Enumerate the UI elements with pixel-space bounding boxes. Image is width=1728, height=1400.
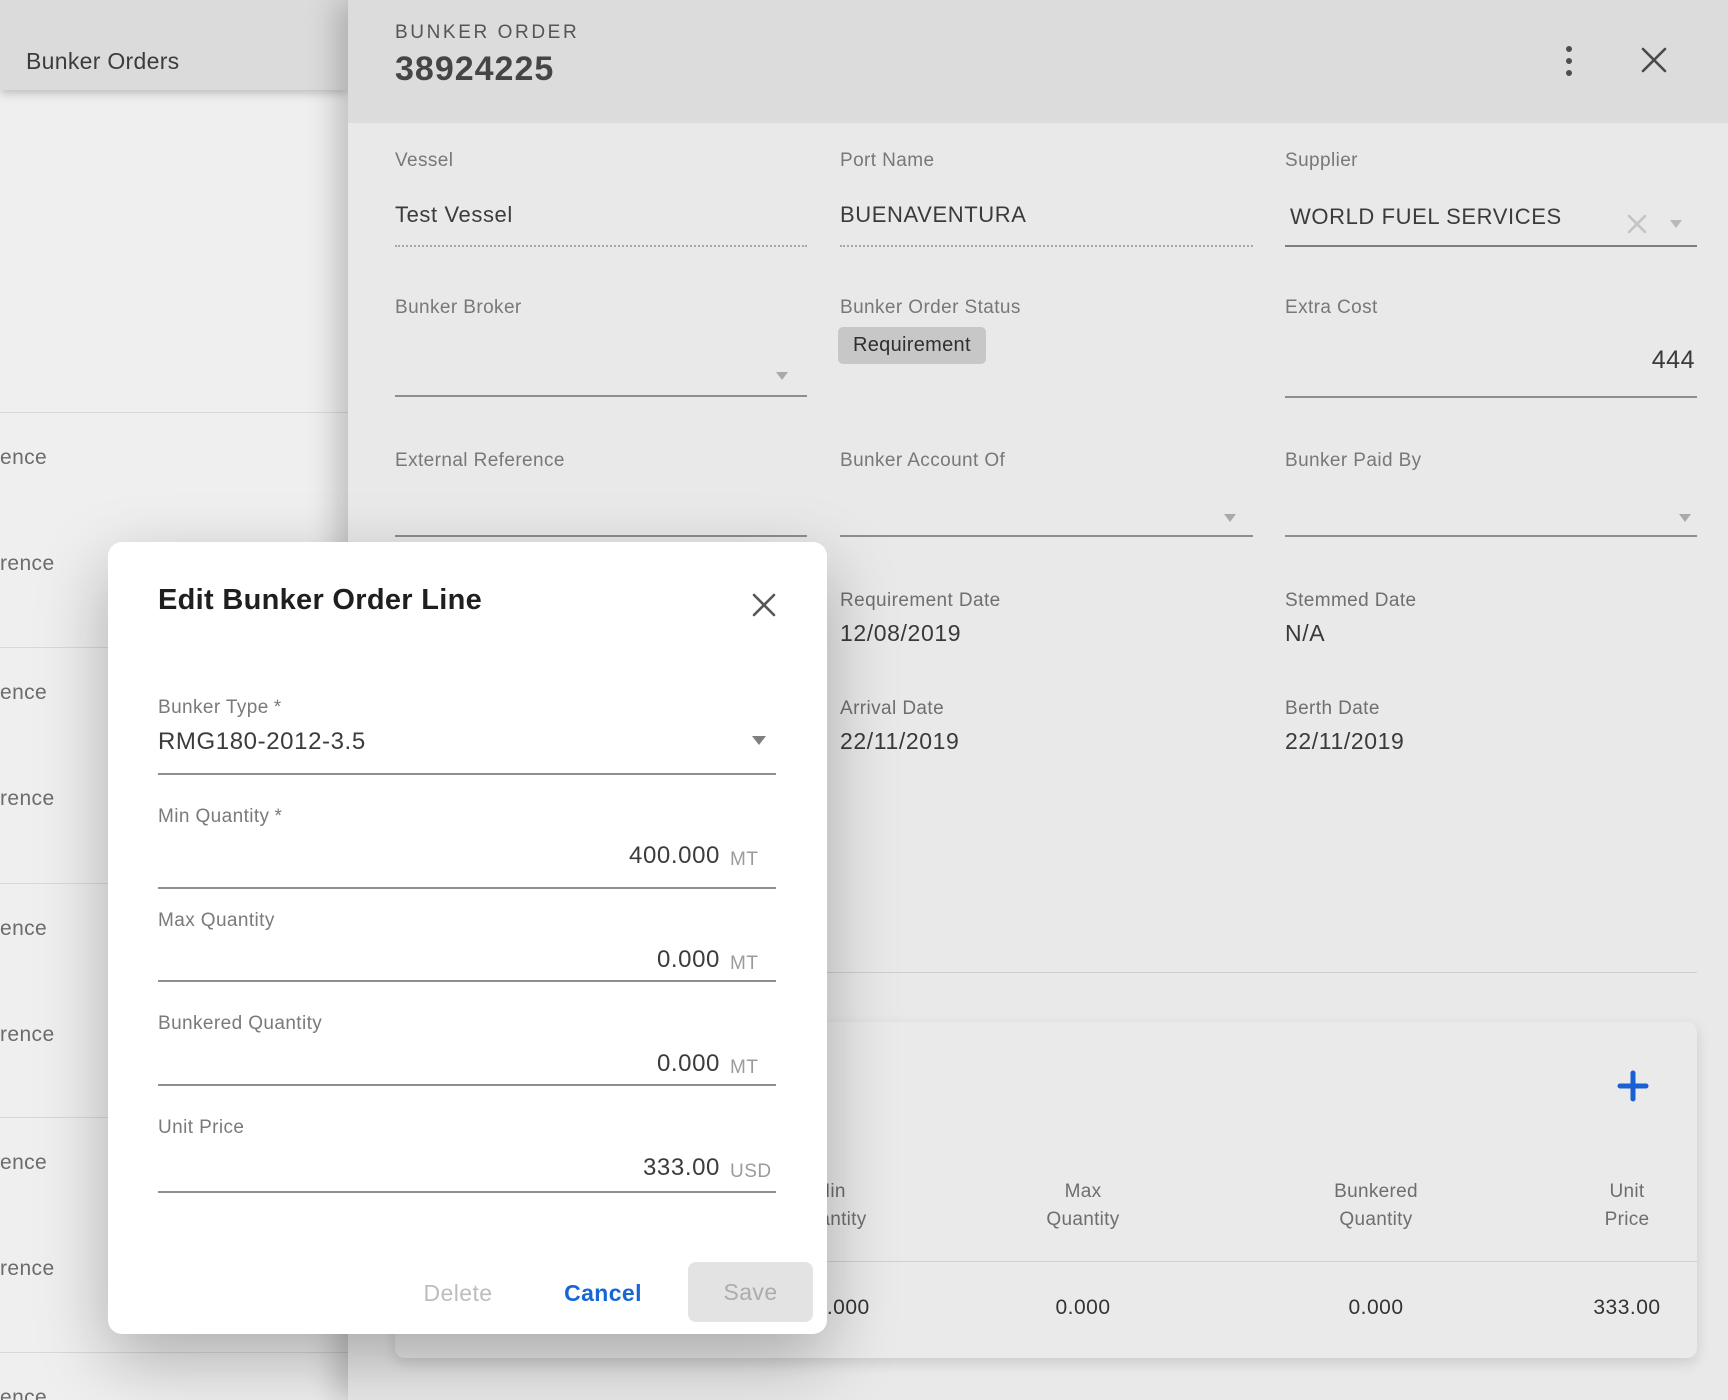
table-row-unit-price[interactable]: 333.00 [1537, 1296, 1717, 1320]
paid-by-chevron-down-icon[interactable] [1679, 514, 1691, 522]
vessel-value[interactable]: Test Vessel [395, 202, 513, 228]
order-status-label: Bunker Order Status [840, 297, 1021, 319]
modal-title: Edit Bunker Order Line [158, 584, 482, 617]
extra-cost-underline [1285, 396, 1697, 398]
min-quantity-label-text: Min Quantity [158, 806, 269, 827]
clear-supplier-icon[interactable] [1626, 213, 1648, 240]
port-name-value[interactable]: BUENAVENTURA [840, 202, 1027, 228]
max-quantity-input[interactable]: 0.000 [158, 946, 720, 974]
extra-cost-label: Extra Cost [1285, 297, 1378, 319]
requirement-date-label: Requirement Date [840, 590, 1001, 612]
col-header-unit-price: Unit Price [1537, 1178, 1717, 1234]
unit-price-unit: USD [730, 1161, 772, 1183]
bunker-broker-underline[interactable] [395, 395, 807, 397]
required-asterisk: * [274, 806, 282, 827]
unit-price-input[interactable]: 333.00 [158, 1154, 720, 1182]
max-quantity-label: Max Quantity [158, 910, 275, 932]
status-badge: Requirement [838, 327, 986, 364]
paid-by-underline[interactable] [1285, 535, 1697, 537]
page-title: Bunker Orders [26, 48, 179, 75]
supplier-underline [1285, 245, 1697, 247]
list-item[interactable]: ence [0, 1151, 47, 1175]
required-asterisk: * [274, 697, 282, 718]
min-quantity-input[interactable]: 400.000 [158, 842, 720, 870]
paid-by-label: Bunker Paid By [1285, 450, 1422, 472]
vessel-label: Vessel [395, 150, 453, 172]
min-quantity-underline [158, 887, 776, 889]
list-row-divider [0, 1352, 348, 1353]
bunker-orders-page-header: Bunker Orders [0, 0, 348, 90]
external-reference-label: External Reference [395, 450, 565, 472]
add-line-icon[interactable] [1617, 1070, 1649, 1107]
table-row-bunkered-quantity[interactable]: 0.000 [1286, 1296, 1466, 1320]
stemmed-date-label: Stemmed Date [1285, 590, 1417, 612]
col-header-line: Unit [1537, 1178, 1717, 1206]
min-quantity-label: Min Quantity* [158, 806, 282, 828]
berth-date-value: 22/11/2019 [1285, 728, 1404, 755]
unit-price-underline [158, 1191, 776, 1193]
arrival-date-value: 22/11/2019 [840, 728, 959, 755]
edit-bunker-order-line-modal: Edit Bunker Order Line Bunker Type* RMG1… [108, 542, 827, 1334]
requirement-date-value: 12/08/2019 [840, 620, 961, 647]
supplier-label: Supplier [1285, 150, 1358, 172]
account-of-underline[interactable] [840, 535, 1253, 537]
bunkered-quantity-input[interactable]: 0.000 [158, 1050, 720, 1078]
list-item[interactable]: ence [0, 446, 47, 470]
list-item[interactable]: rence [0, 787, 55, 811]
bunker-type-select[interactable]: RMG180-2012-3.5 [158, 728, 366, 756]
bunkered-quantity-unit: MT [730, 1057, 758, 1079]
max-quantity-underline [158, 980, 776, 982]
order-id: 38924225 [395, 50, 554, 89]
bunker-broker-label: Bunker Broker [395, 297, 522, 319]
cancel-button[interactable]: Cancel [543, 1280, 663, 1307]
bunker-type-chevron-down-icon[interactable] [752, 736, 766, 745]
save-button[interactable]: Save [688, 1262, 813, 1322]
bunker-type-underline [158, 773, 776, 775]
col-header-line: Quantity [1286, 1206, 1466, 1234]
bunker-broker-chevron-down-icon[interactable] [776, 372, 788, 380]
port-name-label: Port Name [840, 150, 934, 172]
panel-eyebrow: BUNKER ORDER [395, 22, 579, 44]
max-quantity-unit: MT [730, 953, 758, 975]
list-item[interactable]: rence [0, 1257, 55, 1281]
min-quantity-unit: MT [730, 849, 758, 871]
col-header-line: Quantity [993, 1206, 1173, 1234]
list-item[interactable]: ence [0, 1386, 47, 1400]
stemmed-date-value: N/A [1285, 620, 1325, 647]
supplier-select[interactable]: WORLD FUEL SERVICES [1290, 204, 1562, 230]
col-header-line: Price [1537, 1206, 1717, 1234]
bunkered-quantity-label: Bunkered Quantity [158, 1013, 322, 1035]
col-header-bunkered-quantity: Bunkered Quantity [1286, 1178, 1466, 1234]
col-header-max-quantity: Max Quantity [993, 1178, 1173, 1234]
panel-header: BUNKER ORDER 38924225 [348, 0, 1728, 123]
external-reference-underline[interactable] [395, 535, 807, 537]
supplier-chevron-down-icon[interactable] [1670, 220, 1682, 228]
more-options-icon[interactable] [1555, 44, 1583, 80]
arrival-date-label: Arrival Date [840, 698, 944, 720]
extra-cost-input[interactable]: 444 [1285, 346, 1695, 375]
list-item[interactable]: rence [0, 1023, 55, 1047]
close-modal-icon[interactable] [750, 591, 778, 624]
list-row-divider [0, 412, 348, 413]
delete-button[interactable]: Delete [398, 1280, 518, 1307]
list-item[interactable]: ence [0, 681, 47, 705]
close-panel-icon[interactable] [1637, 43, 1671, 82]
bunker-type-label-text: Bunker Type [158, 697, 269, 718]
bunkered-quantity-underline [158, 1084, 776, 1086]
vessel-underline [395, 245, 807, 247]
account-of-label: Bunker Account Of [840, 450, 1005, 472]
col-header-line: Max [993, 1178, 1173, 1206]
app-screen: Bunker Orders ence rence ence rence ence… [0, 0, 1728, 1400]
table-row-max-quantity[interactable]: 0.000 [993, 1296, 1173, 1320]
col-header-line: Bunkered [1286, 1178, 1466, 1206]
list-item[interactable]: ence [0, 917, 47, 941]
berth-date-label: Berth Date [1285, 698, 1380, 720]
account-of-chevron-down-icon[interactable] [1224, 514, 1236, 522]
port-name-underline [840, 245, 1253, 247]
list-item[interactable]: rence [0, 552, 55, 576]
unit-price-label: Unit Price [158, 1117, 244, 1139]
bunker-type-label: Bunker Type* [158, 697, 282, 719]
